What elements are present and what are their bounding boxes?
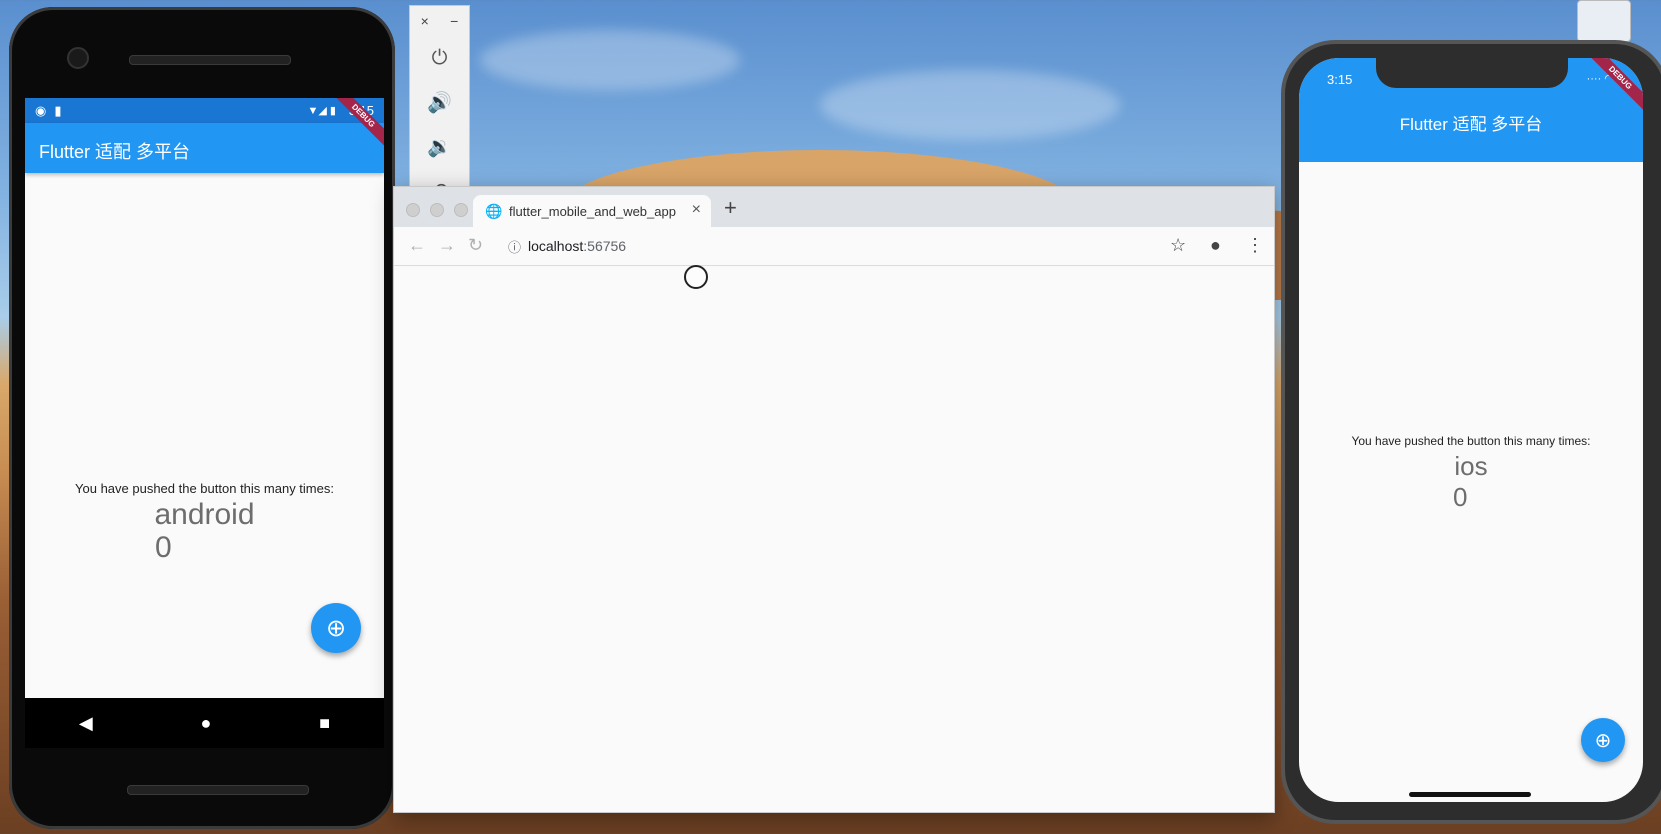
minimize-icon[interactable]: − xyxy=(450,13,458,29)
url-host: localhost xyxy=(528,238,584,254)
emulator-titlebar: × − xyxy=(410,6,469,36)
increment-fab[interactable]: ⊕ xyxy=(1581,718,1625,762)
power-icon: ⏻ xyxy=(431,46,448,69)
profile-icon[interactable]: ● xyxy=(1210,235,1221,256)
notch xyxy=(1376,58,1568,88)
desktop-cloud xyxy=(480,30,740,90)
android-emulator: ◉ ▮ ▼◢ ▮ 3:15 Flutter 适配 多平台 DEBUG You h… xyxy=(9,7,395,829)
close-icon[interactable]: × xyxy=(421,13,429,29)
close-tab-icon[interactable]: × xyxy=(692,201,701,219)
app-bar: Flutter 适配 多平台 xyxy=(25,123,384,173)
back-arrow-icon[interactable]: ← xyxy=(408,235,426,256)
ios-screen: 3:15 ···· ◠ ▮ Flutter 适配 多平台 DEBUG You h… xyxy=(1299,58,1643,802)
browser-window: 🌐 flutter_mobile_and_web_app × + ← → ↻ ⓘ… xyxy=(393,186,1275,813)
counter-value: 0 xyxy=(1453,482,1468,512)
app-title: Flutter 适配 多平台 xyxy=(1399,115,1543,134)
android-status-bar: ◉ ▮ ▼◢ ▮ 3:15 xyxy=(25,98,384,123)
bookmark-star-icon[interactable]: ☆ xyxy=(1170,235,1186,256)
add-icon: ⊕ xyxy=(1594,729,1612,752)
maximize-window-button[interactable] xyxy=(454,203,468,217)
volume-down-button[interactable]: 🔉 xyxy=(410,124,469,168)
address-bar[interactable]: ⓘ localhost:56756 xyxy=(504,232,1104,260)
tab-strip: 🌐 flutter_mobile_and_web_app × + xyxy=(394,187,1274,227)
tab-title: flutter_mobile_and_web_app xyxy=(509,204,676,219)
android-screen: ◉ ▮ ▼◢ ▮ 3:15 Flutter 适配 多平台 DEBUG You h… xyxy=(25,98,384,698)
sd-card-icon: ▮ xyxy=(54,103,62,118)
sync-icon: ◉ xyxy=(35,103,47,118)
home-icon[interactable]: ● xyxy=(201,713,212,734)
browser-toolbar: ← → ↻ ⓘ localhost:56756 ☆ ● ⋮ xyxy=(394,227,1274,266)
android-nav-bar: ◀ ● ■ xyxy=(25,698,384,748)
bottom-speaker xyxy=(127,785,309,795)
menu-kebab-icon[interactable]: ⋮ xyxy=(1246,235,1264,256)
volume-up-icon: 🔊 xyxy=(427,91,452,114)
mouse-cursor xyxy=(684,265,708,289)
platform-label: ios xyxy=(1454,451,1488,481)
close-window-button[interactable] xyxy=(406,203,420,217)
info-icon[interactable]: ⓘ xyxy=(508,237,521,256)
ios-simulator: 3:15 ···· ◠ ▮ Flutter 适配 多平台 DEBUG You h… xyxy=(1281,40,1661,824)
url-text: localhost:56756 xyxy=(528,238,626,254)
counter-value: 0 xyxy=(155,531,172,564)
page-content xyxy=(394,266,1274,812)
desktop-cloud xyxy=(820,70,1120,140)
notification-icons: ◉ ▮ xyxy=(35,103,62,119)
url-port: :56756 xyxy=(583,238,627,254)
counter-message: You have pushed the button this many tim… xyxy=(1351,434,1591,448)
platform-label: android xyxy=(154,498,255,531)
signal-battery-icons: ▼◢ ▮ xyxy=(307,105,336,117)
home-indicator[interactable] xyxy=(1409,792,1531,797)
globe-icon: 🌐 xyxy=(485,203,503,219)
add-icon: ⊕ xyxy=(325,614,347,642)
emulator-controls: × − ⏻ 🔊 🔉 ⟲ xyxy=(409,5,470,202)
increment-fab[interactable]: ⊕ xyxy=(311,603,361,653)
counter-message: You have pushed the button this many tim… xyxy=(75,481,334,496)
status-time: 3:15 xyxy=(1327,72,1353,87)
back-icon[interactable]: ◀ xyxy=(79,713,93,734)
recents-icon[interactable]: ■ xyxy=(319,713,330,734)
reload-icon[interactable]: ↻ xyxy=(468,235,483,256)
volume-up-button[interactable]: 🔊 xyxy=(410,80,469,124)
volume-down-icon: 🔉 xyxy=(427,135,452,158)
new-tab-button[interactable]: + xyxy=(724,195,737,221)
minimize-window-button[interactable] xyxy=(430,203,444,217)
front-camera xyxy=(67,47,89,69)
earpiece-speaker xyxy=(129,55,291,65)
tab-active[interactable]: 🌐 flutter_mobile_and_web_app × xyxy=(473,195,711,227)
app-title: Flutter 适配 多平台 xyxy=(39,142,191,162)
ios-app-bar: 3:15 ···· ◠ ▮ Flutter 适配 多平台 xyxy=(1299,58,1643,162)
window-controls xyxy=(406,203,468,217)
power-button[interactable]: ⏻ xyxy=(410,36,469,80)
forward-arrow-icon[interactable]: → xyxy=(438,235,456,256)
desktop-file-icon[interactable] xyxy=(1577,0,1631,42)
